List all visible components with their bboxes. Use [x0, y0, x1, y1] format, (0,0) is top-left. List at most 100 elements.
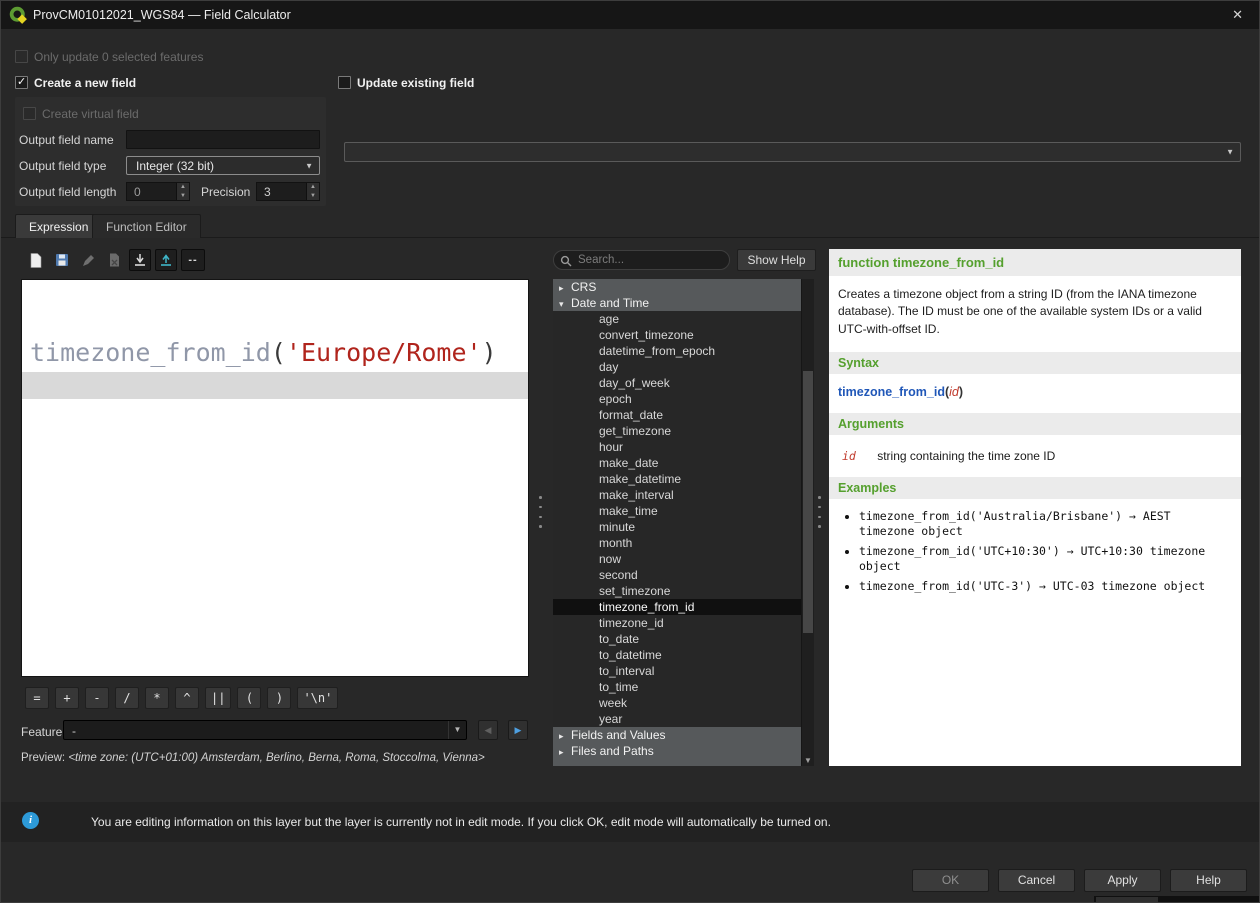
- comment-button[interactable]: --: [181, 249, 205, 271]
- remove-expression-button[interactable]: [103, 249, 125, 271]
- output-field-name-input[interactable]: [126, 130, 320, 149]
- spin-down-icon[interactable]: ▼: [177, 193, 189, 199]
- tree-group-date_and_time[interactable]: ▾Date and Time: [553, 295, 814, 311]
- scroll-down-icon[interactable]: ▼: [802, 756, 814, 765]
- spinner-buttons[interactable]: ▲▼: [176, 183, 189, 200]
- tab-expression[interactable]: Expression: [15, 214, 102, 238]
- operator-button[interactable]: -: [85, 687, 109, 709]
- tree-item-minute[interactable]: minute: [553, 519, 814, 535]
- output-field-name-label: Output field name: [19, 133, 114, 147]
- tree-item-now[interactable]: now: [553, 551, 814, 567]
- operator-button[interactable]: ): [267, 687, 291, 709]
- new-expression-button[interactable]: [25, 249, 47, 271]
- tree-item-age[interactable]: age: [553, 311, 814, 327]
- close-icon[interactable]: ✕: [1232, 1, 1243, 29]
- chevron-right-icon[interactable]: ▸: [559, 760, 571, 766]
- tree-group-files_and_paths[interactable]: ▸Files and Paths: [553, 743, 814, 759]
- previous-feature-button[interactable]: ◀: [478, 720, 498, 740]
- tree-item-epoch[interactable]: epoch: [553, 391, 814, 407]
- preview-label: Preview:: [21, 752, 65, 764]
- tree-item-day_of_week[interactable]: day_of_week: [553, 375, 814, 391]
- splitter-handle[interactable]: [538, 496, 543, 528]
- syntax-function: timezone_from_id: [838, 385, 945, 399]
- bottom-scrollbar-thumb[interactable]: [1096, 897, 1158, 902]
- tree-item-format_date[interactable]: format_date: [553, 407, 814, 423]
- precision-spinner[interactable]: 3 ▲▼: [256, 182, 320, 201]
- chevron-right-icon[interactable]: ▸: [559, 744, 571, 760]
- tree-item-to_interval[interactable]: to_interval: [553, 663, 814, 679]
- create-virtual-field-checkbox[interactable]: [23, 107, 36, 120]
- tree-group-row[interactable]: ▸: [553, 759, 814, 766]
- operator-button[interactable]: +: [55, 687, 79, 709]
- bottom-scrollbar[interactable]: [1094, 896, 1260, 903]
- cancel-button[interactable]: Cancel: [998, 869, 1075, 892]
- tree-item-set_timezone[interactable]: set_timezone: [553, 583, 814, 599]
- tree-item-week[interactable]: week: [553, 695, 814, 711]
- help-button[interactable]: Help: [1170, 869, 1247, 892]
- expression-editor[interactable]: timezone_from_id('Europe/Rome'): [21, 279, 529, 677]
- spin-down-icon[interactable]: ▼: [307, 193, 319, 199]
- tree-item-month[interactable]: month: [553, 535, 814, 551]
- spin-up-icon[interactable]: ▲: [177, 184, 189, 190]
- tree-item-to_date[interactable]: to_date: [553, 631, 814, 647]
- argument-row: id string containing the time zone ID: [842, 449, 1232, 463]
- show-help-button[interactable]: Show Help: [737, 249, 816, 271]
- tree-item-convert_timezone[interactable]: convert_timezone: [553, 327, 814, 343]
- function-search[interactable]: [553, 250, 730, 270]
- operator-button[interactable]: '\n': [297, 687, 338, 709]
- create-new-field-checkbox[interactable]: [15, 76, 28, 89]
- only-update-checkbox[interactable]: [15, 50, 28, 63]
- tree-item-hour[interactable]: hour: [553, 439, 814, 455]
- tree-item-make_date[interactable]: make_date: [553, 455, 814, 471]
- tree-item-make_interval[interactable]: make_interval: [553, 487, 814, 503]
- tree-group-fields_and_values[interactable]: ▸Fields and Values: [553, 727, 814, 743]
- titlebar[interactable]: ProvCM01012021_WGS84 — Field Calculator …: [1, 1, 1259, 29]
- new-field-groupbox: Create virtual field Output field name O…: [15, 97, 326, 206]
- tree-scrollbar-thumb[interactable]: [803, 371, 813, 633]
- tree-item-get_timezone[interactable]: get_timezone: [553, 423, 814, 439]
- tree-item-timezone_id[interactable]: timezone_id: [553, 615, 814, 631]
- tab-function-editor[interactable]: Function Editor: [92, 214, 201, 238]
- tree-item-year[interactable]: year: [553, 711, 814, 727]
- operator-button[interactable]: /: [115, 687, 139, 709]
- edit-expression-button[interactable]: [77, 249, 99, 271]
- tree-scrollbar[interactable]: ▼: [801, 279, 814, 766]
- output-field-type-select[interactable]: Integer (32 bit) ▼: [126, 156, 320, 175]
- feature-select[interactable]: - ▼: [63, 720, 467, 740]
- operator-button[interactable]: (: [237, 687, 261, 709]
- search-input[interactable]: [578, 252, 723, 268]
- chevron-right-icon[interactable]: ▸: [559, 280, 571, 296]
- import-expressions-button[interactable]: [129, 249, 151, 271]
- example-arrow: →: [1060, 544, 1081, 558]
- tree-item-make_datetime[interactable]: make_datetime: [553, 471, 814, 487]
- operator-button[interactable]: =: [25, 687, 49, 709]
- tree-item-day[interactable]: day: [553, 359, 814, 375]
- output-field-length-spinner[interactable]: 0 ▲▼: [126, 182, 190, 201]
- tree-item-datetime_from_epoch[interactable]: datetime_from_epoch: [553, 343, 814, 359]
- precision-value: 3: [264, 185, 271, 199]
- chevron-down-icon[interactable]: ▼: [448, 721, 466, 739]
- update-existing-field-checkbox[interactable]: [338, 76, 351, 89]
- chevron-down-icon[interactable]: ▾: [559, 296, 571, 312]
- operator-button[interactable]: *: [145, 687, 169, 709]
- tree-group-crs[interactable]: ▸CRS: [553, 279, 814, 295]
- tree-item-to_time[interactable]: to_time: [553, 679, 814, 695]
- tree-item-timezone_from_id[interactable]: timezone_from_id: [553, 599, 814, 615]
- ok-button[interactable]: OK: [912, 869, 989, 892]
- chevron-right-icon[interactable]: ▸: [559, 728, 571, 744]
- operator-button[interactable]: ||: [205, 687, 231, 709]
- tree-item-to_datetime[interactable]: to_datetime: [553, 647, 814, 663]
- tree-row-label: to_time: [599, 680, 638, 694]
- splitter-handle[interactable]: [817, 496, 822, 528]
- existing-field-select[interactable]: ▼: [344, 142, 1241, 162]
- save-expression-button[interactable]: [51, 249, 73, 271]
- operator-button[interactable]: ^: [175, 687, 199, 709]
- tree-item-make_time[interactable]: make_time: [553, 503, 814, 519]
- export-expressions-button[interactable]: [155, 249, 177, 271]
- spin-up-icon[interactable]: ▲: [307, 184, 319, 190]
- next-feature-button[interactable]: ▶: [508, 720, 528, 740]
- tree-row-label: week: [599, 696, 627, 710]
- spinner-buttons[interactable]: ▲▼: [306, 183, 319, 200]
- tree-item-second[interactable]: second: [553, 567, 814, 583]
- apply-button[interactable]: Apply: [1084, 869, 1161, 892]
